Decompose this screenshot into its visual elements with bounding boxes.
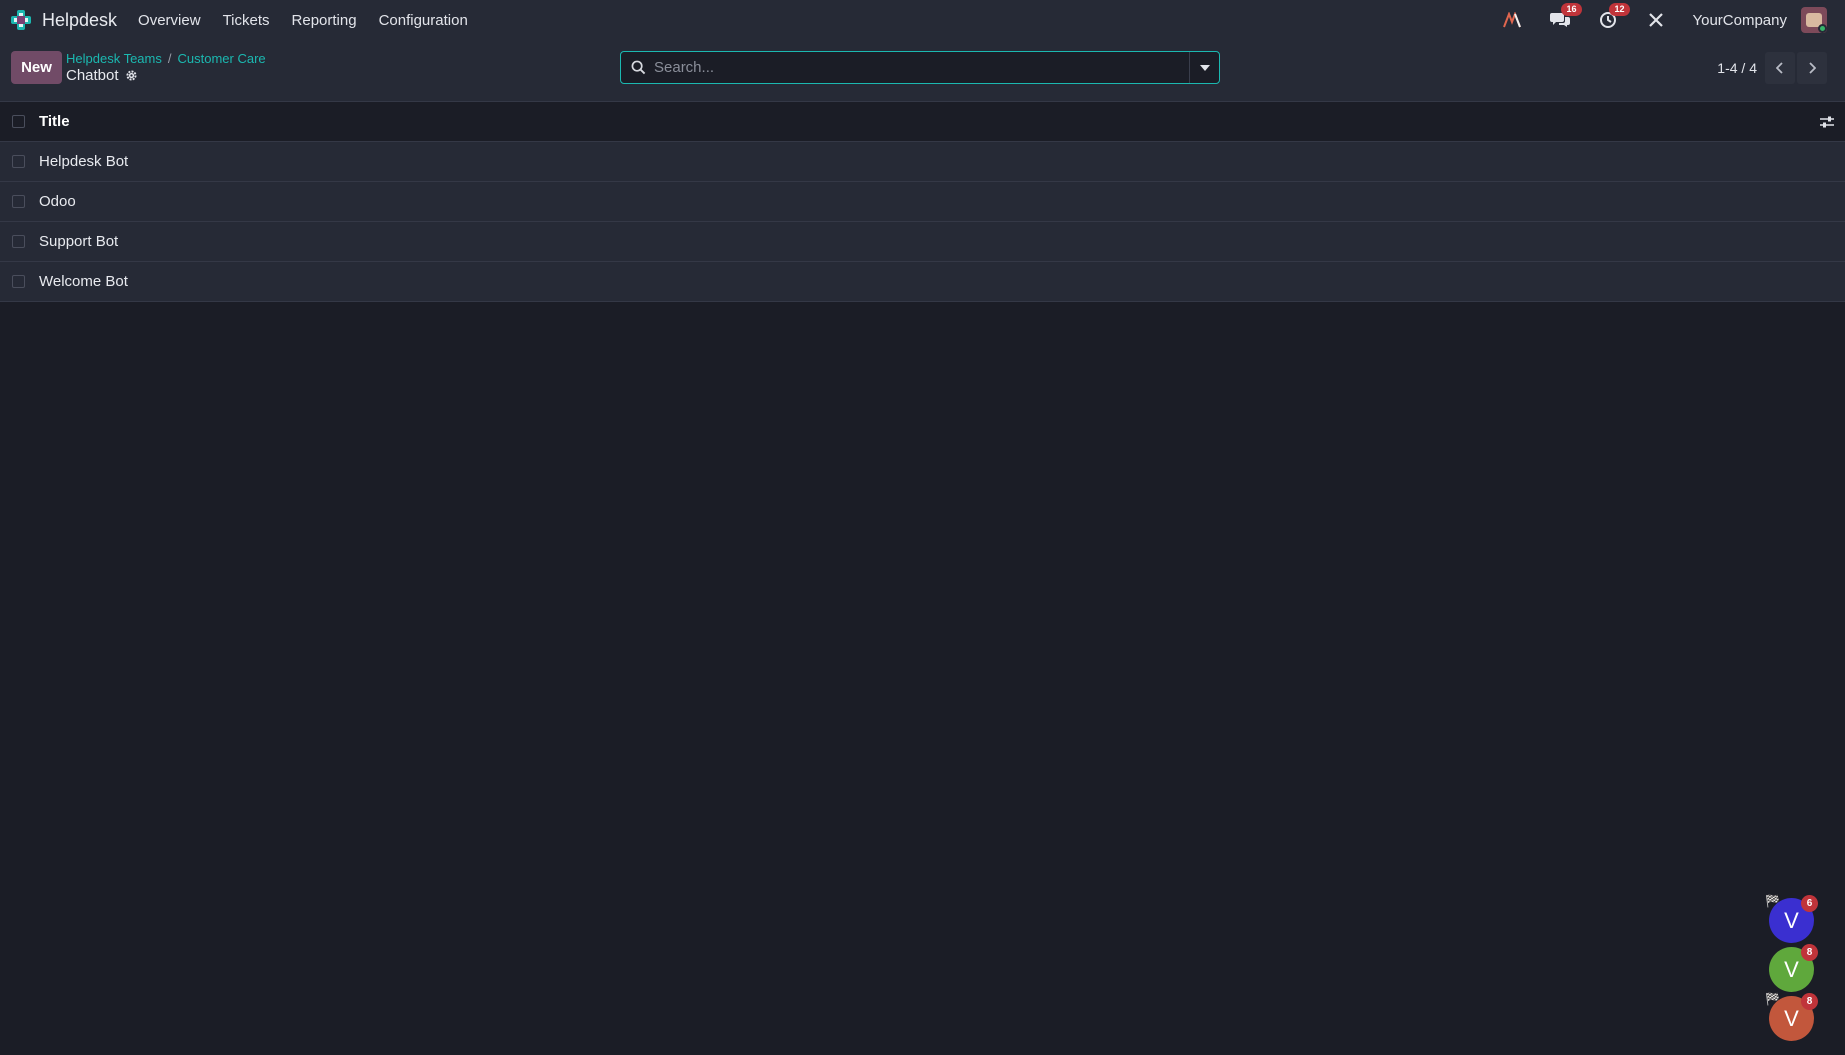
new-button[interactable]: New <box>11 51 62 84</box>
gear-icon[interactable] <box>125 69 138 82</box>
optional-columns-sliders-icon[interactable] <box>1819 114 1835 130</box>
row-checkbox[interactable] <box>12 275 25 288</box>
breadcrumb-helpdesk-teams[interactable]: Helpdesk Teams <box>66 51 162 66</box>
search-input[interactable] <box>646 52 1189 83</box>
breadcrumb-customer-care[interactable]: Customer Care <box>178 51 266 66</box>
page-title: Chatbot <box>66 67 138 84</box>
table-row[interactable]: Helpdesk Bot <box>0 142 1845 182</box>
user-avatar[interactable] <box>1801 7 1827 33</box>
pager-previous-button[interactable] <box>1765 52 1795 84</box>
chatbot-list: Title Helpdesk Bot Odoo Support Bot Welc… <box>0 102 1845 302</box>
systray: 16 12 YourCompany <box>1500 0 1845 40</box>
main-menu: Overview Tickets Reporting Configuration <box>127 12 479 29</box>
breadcrumb-separator: / <box>167 51 172 66</box>
row-title: Helpdesk Bot <box>39 153 129 170</box>
column-title[interactable]: Title <box>39 113 70 130</box>
chat-bubble[interactable]: 🏁 V 8 <box>1765 992 1818 1041</box>
chat-bubble-initial: V <box>1784 907 1799 933</box>
pager-next-button[interactable] <box>1797 52 1827 84</box>
messages-badge: 16 <box>1561 3 1582 16</box>
page-title-text: Chatbot <box>66 67 119 84</box>
row-checkbox[interactable] <box>12 235 25 248</box>
debug-tools-icon[interactable] <box>1644 8 1668 32</box>
control-panel: New Helpdesk Teams / Customer Care Chatbot… <box>0 40 1845 102</box>
chat-bubble-initial: V <box>1784 956 1799 982</box>
menu-tickets[interactable]: Tickets <box>212 12 281 29</box>
top-navbar: Helpdesk Overview Tickets Reporting Conf… <box>0 0 1845 40</box>
table-row[interactable]: Support Bot <box>0 222 1845 262</box>
app-name[interactable]: Helpdesk <box>42 10 117 31</box>
row-title: Support Bot <box>39 233 119 250</box>
list-header: Title <box>0 102 1845 142</box>
menu-configuration[interactable]: Configuration <box>368 12 479 29</box>
studio-icon[interactable] <box>1500 8 1524 32</box>
menu-overview[interactable]: Overview <box>127 12 212 29</box>
table-row[interactable]: Welcome Bot <box>0 262 1845 302</box>
table-row[interactable]: Odoo <box>0 182 1845 222</box>
search-options-toggle[interactable] <box>1189 52 1219 83</box>
chevron-left-icon <box>1776 62 1783 74</box>
row-title: Welcome Bot <box>39 273 128 290</box>
activities-clock-icon[interactable]: 12 <box>1596 3 1630 32</box>
row-checkbox[interactable] <box>12 155 25 168</box>
menu-reporting[interactable]: Reporting <box>281 12 368 29</box>
chat-bubble[interactable]: 🏁 V 6 <box>1765 894 1818 943</box>
search-icon <box>631 60 646 75</box>
chat-bubble-badge: 6 <box>1801 895 1818 912</box>
flag-icon: 🏁 <box>1765 992 1780 1006</box>
company-switcher[interactable]: YourCompany <box>1692 12 1787 29</box>
chat-bubble-initial: V <box>1784 1005 1799 1031</box>
chat-bubble-badge: 8 <box>1801 993 1818 1010</box>
row-title: Odoo <box>39 193 76 210</box>
breadcrumb: Helpdesk Teams / Customer Care <box>66 51 266 66</box>
helpdesk-logo-icon[interactable] <box>10 9 32 31</box>
online-status-icon <box>1818 24 1827 33</box>
select-all-checkbox[interactable] <box>12 115 25 128</box>
activities-badge: 12 <box>1609 3 1630 16</box>
flag-icon: 🏁 <box>1765 894 1780 908</box>
row-checkbox[interactable] <box>12 195 25 208</box>
search-bar <box>620 51 1220 84</box>
chat-bubble[interactable]: V 8 <box>1769 944 1818 992</box>
caret-down-icon <box>1199 64 1210 71</box>
chevron-right-icon <box>1809 62 1816 74</box>
pager-value[interactable]: 1-4 / 4 <box>1717 60 1757 76</box>
messages-icon[interactable]: 16 <box>1548 3 1582 32</box>
chat-bubble-badge: 8 <box>1801 944 1818 961</box>
